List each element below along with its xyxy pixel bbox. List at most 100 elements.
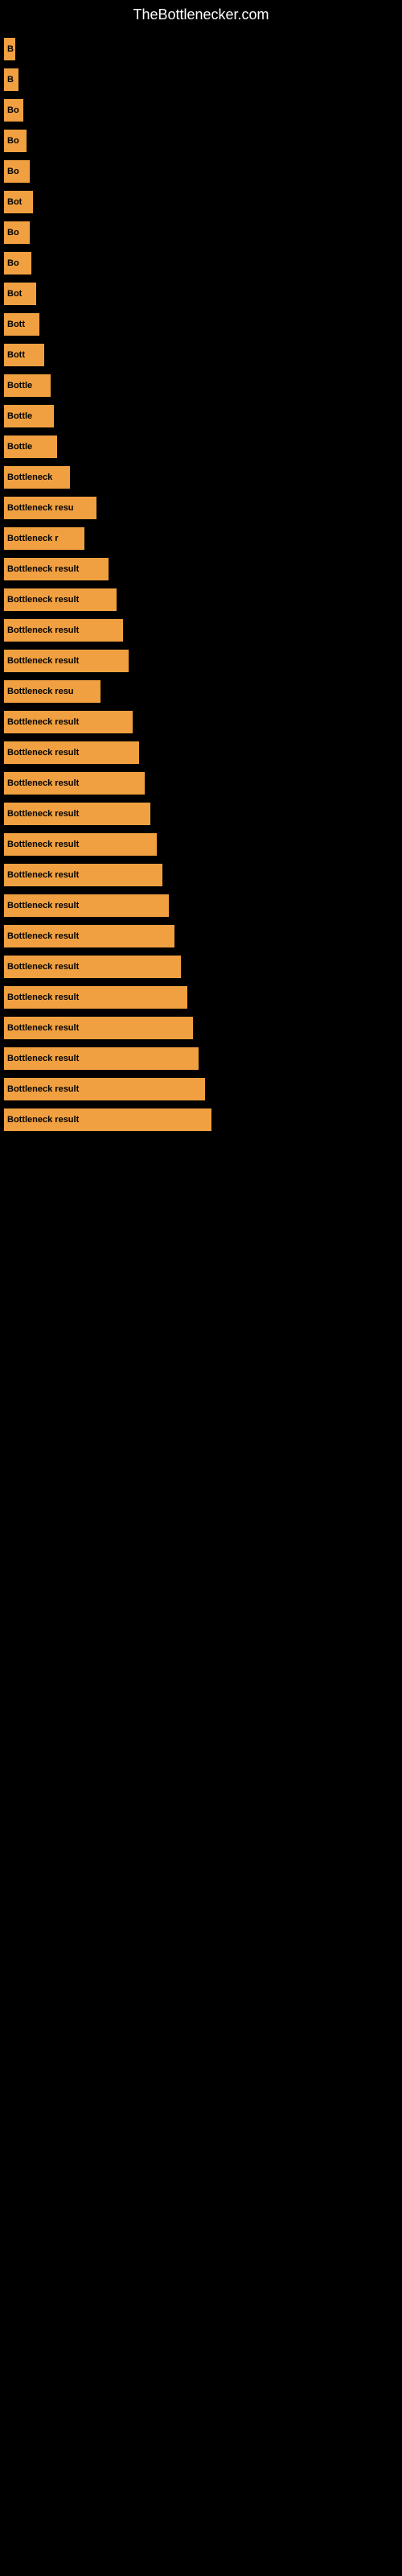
bar-row: Bo: [4, 252, 398, 275]
bar-label: Bot: [7, 197, 22, 207]
bar-label: Bottleneck resu: [7, 687, 74, 696]
bar-label: Bottleneck result: [7, 564, 79, 574]
bar-label: B: [7, 75, 14, 85]
bar-label: Bo: [7, 105, 19, 115]
bar-item: Bo: [4, 130, 27, 152]
bar-row: Bottleneck result: [4, 650, 398, 672]
bar-item: Bottleneck result: [4, 772, 145, 795]
bar-label: Bottleneck result: [7, 1084, 79, 1094]
bar-row: Bot: [4, 191, 398, 213]
bar-item: Bottle: [4, 374, 51, 397]
bar-row: Bo: [4, 130, 398, 152]
bar-row: Bottleneck result: [4, 711, 398, 733]
bar-item: Bottleneck resu: [4, 497, 96, 519]
bar-item: Bottleneck result: [4, 619, 123, 642]
bar-label: Bo: [7, 136, 19, 146]
bar-label: Bot: [7, 289, 22, 299]
bar-item: Bott: [4, 344, 44, 366]
bar-label: Bottleneck: [7, 473, 52, 482]
bar-label: Bo: [7, 258, 19, 268]
bar-row: Bottleneck result: [4, 864, 398, 886]
bar-row: Bottleneck result: [4, 925, 398, 947]
bar-label: Bottleneck resu: [7, 503, 74, 513]
bar-item: Bottleneck result: [4, 925, 174, 947]
bar-item: Bottleneck result: [4, 558, 109, 580]
bar-item: Bottleneck resu: [4, 680, 100, 703]
bar-item: Bottleneck result: [4, 894, 169, 917]
bar-row: Bo: [4, 221, 398, 244]
bar-item: Bottleneck result: [4, 1017, 193, 1039]
bar-label: B: [7, 44, 14, 54]
bar-label: Bottleneck result: [7, 809, 79, 819]
bar-row: Bottle: [4, 405, 398, 427]
bar-label: Bottleneck result: [7, 901, 79, 910]
bar-row: Bottleneck resu: [4, 497, 398, 519]
bar-row: Bot: [4, 283, 398, 305]
bar-item: Bott: [4, 313, 39, 336]
bar-item: Bottleneck result: [4, 1047, 199, 1070]
bar-row: Bo: [4, 160, 398, 183]
bar-label: Bottleneck result: [7, 931, 79, 941]
bar-row: Bottleneck result: [4, 833, 398, 856]
bar-item: Bottleneck r: [4, 527, 84, 550]
bar-label: Bottleneck result: [7, 778, 79, 788]
bar-label: Bo: [7, 167, 19, 176]
bar-label: Bottleneck result: [7, 717, 79, 727]
bar-item: Bottleneck result: [4, 711, 133, 733]
bar-label: Bottleneck result: [7, 595, 79, 605]
bar-row: Bottleneck result: [4, 588, 398, 611]
bar-row: Bottleneck result: [4, 1078, 398, 1100]
bar-item: Bottleneck result: [4, 956, 181, 978]
bar-row: Bott: [4, 344, 398, 366]
bar-label: Bo: [7, 228, 19, 237]
bar-label: Bottleneck result: [7, 1115, 79, 1125]
bar-item: Bottleneck result: [4, 650, 129, 672]
bar-row: Bottleneck result: [4, 558, 398, 580]
bar-row: Bottleneck result: [4, 1017, 398, 1039]
bar-item: Bottleneck result: [4, 1108, 211, 1131]
bar-row: Bottleneck result: [4, 986, 398, 1009]
bar-row: Bottleneck result: [4, 772, 398, 795]
bar-label: Bottleneck result: [7, 1023, 79, 1033]
bar-label: Bottle: [7, 442, 32, 452]
bar-row: Bottleneck result: [4, 803, 398, 825]
bar-item: Bottleneck result: [4, 833, 157, 856]
bar-item: Bottle: [4, 436, 57, 458]
bar-row: Bottleneck: [4, 466, 398, 489]
bar-item: Bot: [4, 283, 36, 305]
bar-row: Bottleneck result: [4, 956, 398, 978]
bar-row: Bottle: [4, 374, 398, 397]
bar-row: B: [4, 38, 398, 60]
bar-label: Bottleneck result: [7, 840, 79, 849]
bar-row: Bottleneck result: [4, 894, 398, 917]
bar-item: Bottle: [4, 405, 54, 427]
bar-item: Bottleneck result: [4, 588, 117, 611]
bar-label: Bottleneck result: [7, 993, 79, 1002]
bar-item: Bo: [4, 252, 31, 275]
bar-item: Bottleneck result: [4, 741, 139, 764]
bar-row: Bott: [4, 313, 398, 336]
bar-item: Bottleneck result: [4, 803, 150, 825]
bar-item: B: [4, 38, 15, 60]
bar-label: Bottleneck result: [7, 870, 79, 880]
bar-row: Bottle: [4, 436, 398, 458]
site-title: TheBottlenecker.com: [0, 0, 402, 30]
bar-row: Bottleneck result: [4, 619, 398, 642]
bar-row: Bottleneck result: [4, 1047, 398, 1070]
bar-row: Bo: [4, 99, 398, 122]
bar-item: Bo: [4, 99, 23, 122]
bar-item: Bottleneck result: [4, 1078, 205, 1100]
bar-label: Bottleneck result: [7, 748, 79, 758]
bar-item: Bottleneck result: [4, 986, 187, 1009]
bar-row: Bottleneck r: [4, 527, 398, 550]
bar-item: Bot: [4, 191, 33, 213]
bar-item: Bottleneck result: [4, 864, 162, 886]
bar-label: Bottle: [7, 411, 32, 421]
bar-item: Bo: [4, 221, 30, 244]
bar-row: Bottleneck resu: [4, 680, 398, 703]
bar-item: Bo: [4, 160, 30, 183]
bar-label: Bottle: [7, 381, 32, 390]
bar-label: Bottleneck result: [7, 656, 79, 666]
bar-row: Bottleneck result: [4, 1108, 398, 1131]
bars-container: B B Bo Bo Bo Bot Bo Bo Bot Bott Bott Bottle Bottle Bo…: [0, 30, 402, 1147]
